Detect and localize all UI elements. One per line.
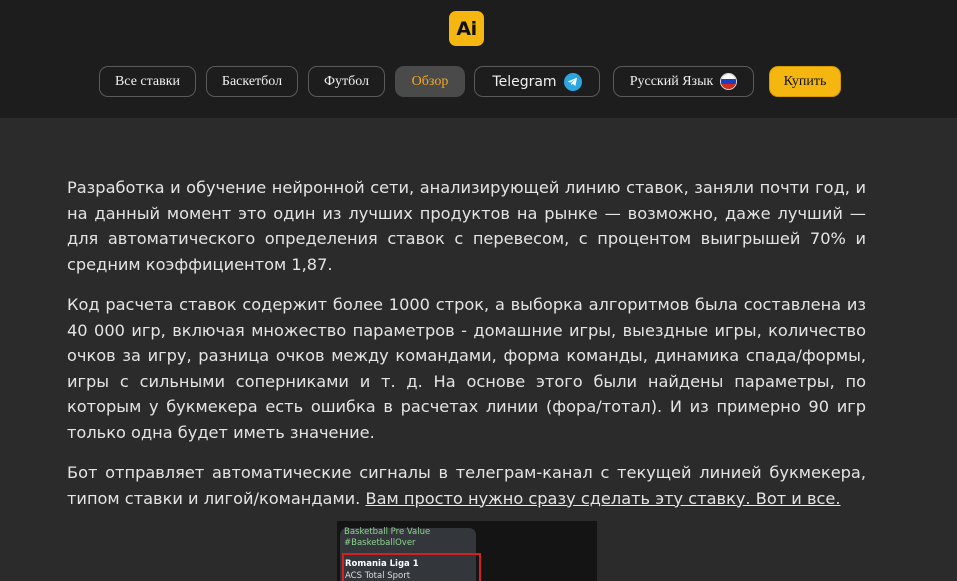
paragraph-1: Разработка и обучение нейронной сети, ан… xyxy=(67,178,866,274)
telegram-icon xyxy=(563,72,582,91)
russia-flag-icon xyxy=(720,73,738,90)
paragraph-2: Код расчета ставок содержит более 1000 с… xyxy=(67,295,866,442)
signal-hashtag: #BasketballOver xyxy=(344,538,416,548)
signal-league: Romania Liga 1 xyxy=(345,559,419,569)
nav-basketball-label: Баскетбол xyxy=(221,73,283,89)
nav-telegram-label: Telegram xyxy=(492,73,557,90)
overview-text: Разработка и обучение нейронной сети, ан… xyxy=(67,175,866,526)
paragraph-3-link[interactable]: Вам просто нужно сразу сделать эту ставк… xyxy=(365,489,840,508)
nav-football-label: Футбол xyxy=(323,73,370,89)
nav-overview-label: Обзор xyxy=(411,73,449,89)
buy-button[interactable]: Купить xyxy=(769,66,841,97)
paragraph-3: Бот отправляет автоматические сигналы в … xyxy=(67,460,866,511)
nav-telegram-button[interactable]: Telegram xyxy=(474,66,600,97)
site-header: Ai Все ставки Баскетбол Футбол Обзор Tel… xyxy=(0,0,957,118)
nav-basketball-button[interactable]: Баскетбол xyxy=(206,66,298,97)
telegram-signal-screenshot: Basketball Pre Value #BasketballOver Rom… xyxy=(337,521,597,581)
nav-all-bets-label: Все ставки xyxy=(114,73,181,89)
nav-all-bets-button[interactable]: Все ставки xyxy=(99,66,196,97)
nav-overview-button[interactable]: Обзор xyxy=(395,66,465,97)
ai-logo[interactable]: Ai xyxy=(449,11,484,46)
signal-title: Basketball Pre Value xyxy=(344,527,431,537)
language-selector-button[interactable]: Русский Язык xyxy=(613,66,754,97)
signal-team: ACS Total Sport xyxy=(345,571,411,581)
language-label: Русский Язык xyxy=(629,73,714,89)
buy-label: Купить xyxy=(783,73,827,89)
nav-bar: Все ставки Баскетбол Футбол Обзор Telegr… xyxy=(0,66,957,97)
nav-football-button[interactable]: Футбол xyxy=(308,66,385,97)
